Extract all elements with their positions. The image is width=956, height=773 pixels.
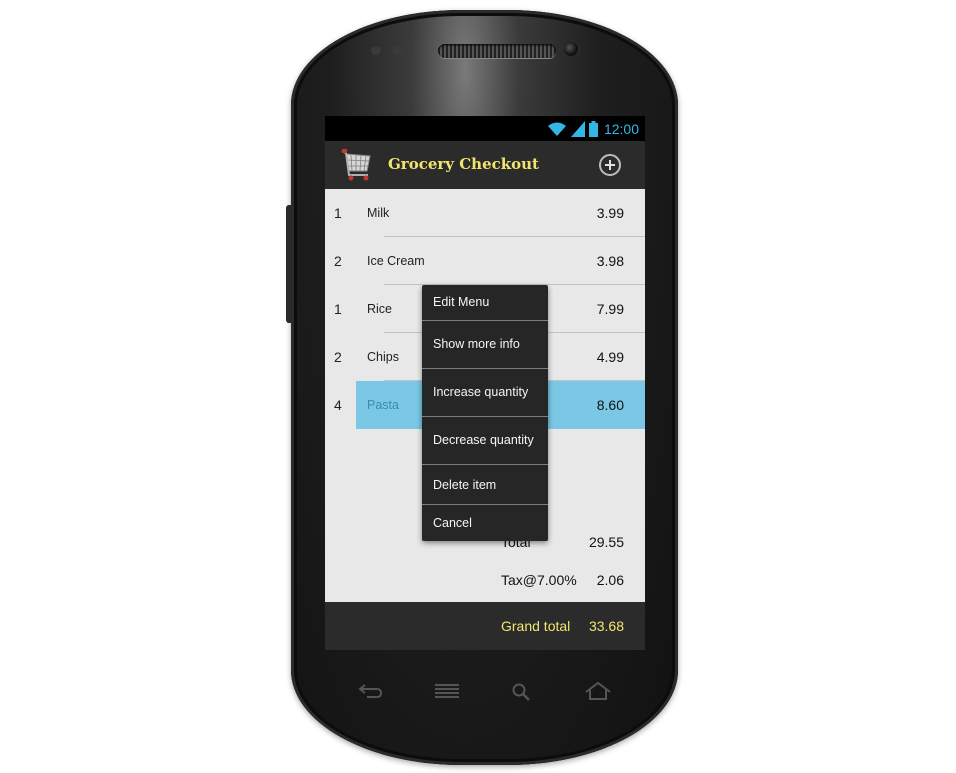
battery-icon — [588, 120, 598, 137]
menu-item-show-more-info[interactable]: Show more info — [422, 321, 548, 368]
item-name: Rice — [367, 302, 393, 316]
menu-item-label: Cancel — [433, 516, 472, 530]
proximity-sensor — [371, 46, 381, 55]
wifi-icon — [547, 122, 566, 136]
signal-icon — [570, 120, 585, 137]
menu-item-cancel[interactable]: Cancel — [422, 505, 548, 541]
menu-item-decrease-quantity[interactable]: Decrease quantity — [422, 417, 548, 464]
item-quantity: 1 — [334, 205, 342, 221]
item-name: Chips — [367, 350, 399, 364]
item-price: 4.99 — [596, 349, 624, 365]
item-name: Pasta — [367, 398, 399, 412]
context-menu: Edit Menu Show more info Increase quanti… — [422, 285, 548, 541]
status-clock: 12:00 — [603, 120, 639, 137]
shopping-cart-icon[interactable] — [339, 147, 375, 183]
item-name: Ice Cream — [367, 254, 425, 268]
earpiece-speaker — [438, 44, 556, 58]
item-quantity: 2 — [334, 349, 342, 365]
menu-item-label: Delete item — [433, 478, 497, 492]
menu-item-label: Increase quantity — [433, 385, 529, 399]
item-quantity: 4 — [334, 397, 342, 413]
total-value: 29.55 — [588, 534, 624, 550]
home-icon[interactable] — [585, 681, 611, 701]
tax-value: 2.06 — [596, 572, 624, 588]
add-circle-icon[interactable] — [599, 154, 621, 176]
item-price: 8.60 — [596, 397, 624, 413]
status-bar: 12:00 — [325, 116, 645, 141]
list-item[interactable]: 2 Ice Cream 3.98 — [325, 237, 645, 285]
action-bar: Grocery Checkout — [325, 141, 645, 189]
menu-title: Edit Menu — [422, 285, 548, 320]
front-camera — [564, 42, 578, 56]
item-quantity: 2 — [334, 253, 342, 269]
app-title: Grocery Checkout — [388, 155, 539, 173]
menu-item-label: Decrease quantity — [433, 433, 534, 447]
menu-item-increase-quantity[interactable]: Increase quantity — [422, 369, 548, 416]
item-price: 3.99 — [596, 205, 624, 221]
grand-total-value: 33.68 — [588, 618, 624, 634]
tax-label: Tax@7.00% — [501, 572, 577, 588]
list-item[interactable]: 1 Milk 3.99 — [325, 189, 645, 237]
menu-item-delete-item[interactable]: Delete item — [422, 465, 548, 504]
light-sensor — [392, 46, 402, 55]
volume-key — [286, 205, 292, 323]
item-price: 3.98 — [596, 253, 624, 269]
menu-item-label: Show more info — [433, 337, 520, 351]
menu-title-text: Edit Menu — [433, 295, 490, 309]
grand-total-label: Grand total — [501, 618, 571, 634]
search-icon[interactable] — [511, 682, 531, 702]
menu-icon[interactable] — [435, 683, 459, 701]
status-icons: 12:00 — [547, 119, 639, 138]
item-quantity: 1 — [334, 301, 342, 317]
navigation-bar — [325, 668, 645, 716]
item-price: 7.99 — [596, 301, 624, 317]
grand-total-bar: Grand total 33.68 — [325, 602, 645, 650]
item-name: Milk — [367, 206, 390, 220]
back-icon[interactable] — [357, 682, 383, 700]
